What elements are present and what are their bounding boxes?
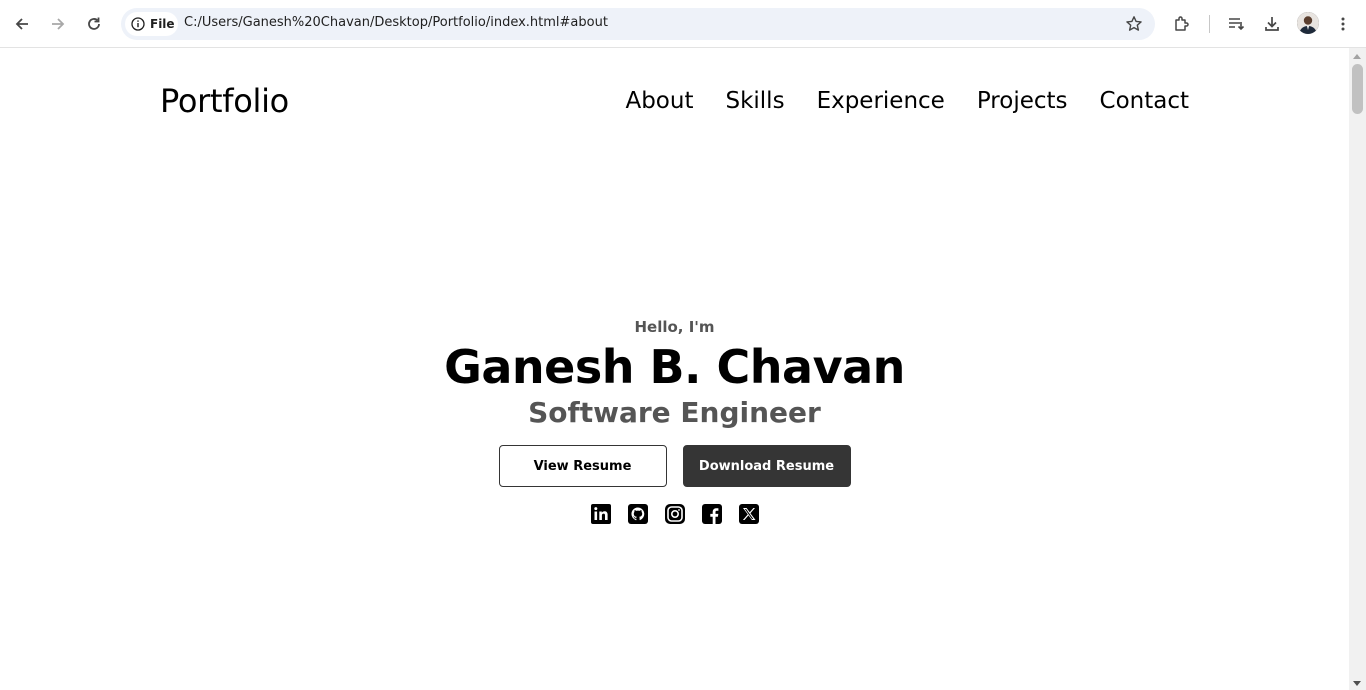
browser-toolbar: File C:/Users/Ganesh%20Chavan/Desktop/Po… [0,0,1366,48]
forward-arrow-icon [52,18,65,30]
site-logo[interactable]: Portfolio [160,82,289,120]
star-icon [1126,16,1142,31]
nav-skills[interactable]: Skills [725,88,784,114]
extensions-button[interactable] [1166,8,1198,40]
scroll-down-arrow-icon[interactable] [1353,681,1361,686]
address-bar[interactable]: File C:/Users/Ganesh%20Chavan/Desktop/Po… [121,8,1155,40]
page-scrollbar[interactable] [1349,48,1366,690]
back-arrow-icon [15,18,28,30]
nav-contact[interactable]: Contact [1100,88,1189,114]
chip-label: File [150,17,175,31]
hero-role: Software Engineer [528,396,821,429]
more-menu-button[interactable] [1327,8,1359,40]
instagram-icon[interactable] [664,503,686,525]
download-icon [1265,17,1279,31]
social-links [590,503,760,525]
profile-avatar[interactable] [1297,12,1319,34]
reading-list-icon [1229,18,1245,31]
more-menu-icon [1341,17,1345,31]
nav-experience[interactable]: Experience [817,88,945,114]
info-icon [131,17,145,31]
reload-button[interactable] [78,8,110,40]
scroll-up-arrow-icon[interactable] [1353,54,1361,59]
github-icon[interactable] [627,503,649,525]
hero-section: Hello, I'm Ganesh B. Chavan Software Eng… [0,318,1349,525]
page-viewport: Portfolio About Skills Experience Projec… [0,48,1349,690]
main-nav: About Skills Experience Projects Contact [625,88,1189,114]
hero-name: Ganesh B. Chavan [444,340,905,394]
nav-projects[interactable]: Projects [977,88,1068,114]
extensions-icon [1175,16,1189,31]
x-icon[interactable] [738,503,760,525]
hero-buttons: View Resume Download Resume [498,445,851,487]
hero-greeting: Hello, I'm [634,318,715,336]
forward-button[interactable] [42,8,74,40]
facebook-icon[interactable] [701,503,723,525]
toolbar-separator [1209,15,1210,33]
bookmark-button[interactable] [1125,15,1143,37]
view-resume-button[interactable]: View Resume [498,445,667,487]
reading-list-button[interactable] [1220,8,1252,40]
site-info-chip[interactable]: File [125,12,178,36]
reload-icon [88,17,100,30]
linkedin-icon[interactable] [590,503,612,525]
nav-about[interactable]: About [625,88,693,114]
back-button[interactable] [6,8,38,40]
url-text[interactable]: C:/Users/Ganesh%20Chavan/Desktop/Portfol… [184,15,608,30]
downloads-button[interactable] [1256,8,1288,40]
scroll-thumb[interactable] [1352,64,1363,114]
download-resume-button[interactable]: Download Resume [682,445,851,487]
